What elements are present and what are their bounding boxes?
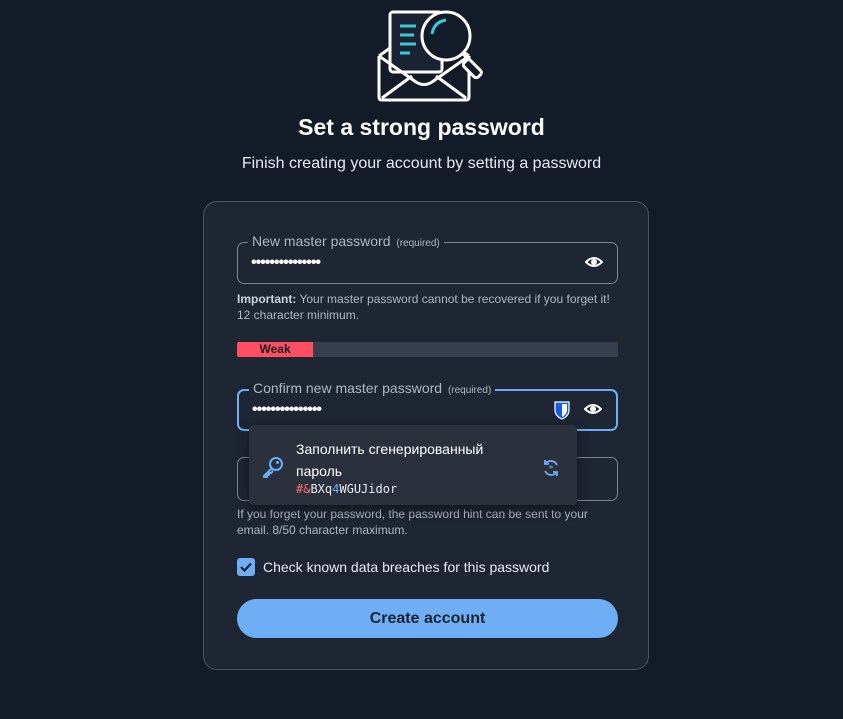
page-title: Set a strong password	[298, 114, 545, 140]
envelope-magnifier-icon	[377, 10, 483, 102]
strength-label: Weak	[237, 342, 314, 357]
svg-text:*: *	[549, 465, 554, 475]
breach-check-checkbox[interactable]	[237, 558, 255, 576]
required-tag: (required)	[396, 238, 440, 249]
refresh-icon[interactable]: *	[541, 458, 561, 478]
important-text: Your master password cannot be recovered…	[296, 292, 610, 306]
password-strength-meter: Weak	[237, 342, 618, 357]
new-password-value[interactable]: •••••••••••••••	[251, 254, 321, 272]
bitwarden-shield-icon[interactable]	[554, 401, 570, 420]
important-label: Important:	[237, 292, 297, 306]
autofill-suggestion-text[interactable]: Заполнить сгенерированный пароль	[296, 438, 526, 482]
page: Set a strong password Finish creating yo…	[0, 0, 843, 719]
minimum-length-hint: 12 character minimum.	[237, 308, 360, 322]
eye-icon[interactable]	[585, 255, 603, 269]
confirm-password-label: Confirm new master password (required)	[249, 380, 496, 396]
create-account-button[interactable]: Create account	[237, 599, 618, 638]
generated-password[interactable]: #&BXq4WGUJidor	[296, 482, 397, 496]
eye-icon[interactable]	[584, 402, 602, 416]
new-password-field[interactable]: New master password (required) •••••••••…	[237, 233, 618, 284]
important-hint: Important: Your master password cannot b…	[237, 291, 610, 323]
breach-check-label: Check known data breaches for this passw…	[263, 559, 550, 575]
required-tag: (required)	[447, 385, 492, 396]
autofill-generated-password-popup[interactable]: Заполнить сгенерированный пароль #&BXq4W…	[249, 425, 577, 505]
checkmark-icon	[240, 562, 252, 573]
new-password-label: New master password (required)	[248, 233, 444, 249]
page-subtitle: Finish creating your account by setting …	[241, 155, 602, 172]
key-icon	[263, 457, 283, 478]
password-hint-description: If you forget your password, the passwor…	[237, 507, 588, 537]
confirm-password-value[interactable]: •••••••••••••••	[252, 401, 322, 419]
